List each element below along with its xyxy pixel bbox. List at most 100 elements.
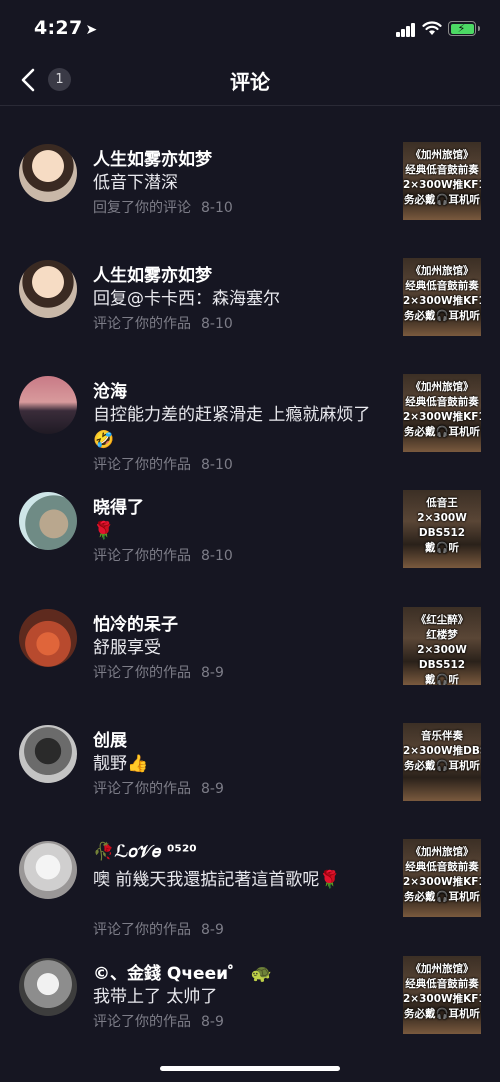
notification-item[interactable]: 沧海 自控能力差的赶紧滑走 上瘾就麻烦了🤣 评论了你的作品 8-10 《加州旅馆》 经典低… [0,339,500,473]
battery-icon: ⚡ [448,21,480,36]
thumbnail-caption-line: 戴🎧听 [424,674,460,685]
action-label: 评论了你的作品 [93,1014,191,1030]
comment-meta: 评论了你的作品 8-9 [93,1011,224,1031]
thumbnail-caption-line: 2×300W推KF1503 [403,179,481,191]
comment-date: 8-10 [201,200,233,216]
action-label: 评论了你的作品 [93,665,191,681]
comment-meta: 评论了你的作品 8-10 [93,313,233,333]
thumbnail-caption: 音乐伴奏 2×300W推DBS512 务必戴🎧耳机听 [403,729,481,774]
wifi-icon [422,21,442,35]
video-thumbnail[interactable]: 《加州旅馆》经典低音鼓前奏 2×300W推KF1503 务必戴🎧耳机听 [403,258,481,336]
video-thumbnail[interactable]: 《加州旅馆》经典低音鼓前奏 2×300W推KF1503 务必戴🎧耳机听 [403,374,481,452]
comment-text: 回复@卡卡西：森海塞尔 [93,289,280,309]
thumbnail-caption-line: 《加州旅馆》 [410,846,474,858]
page-title: 评论 [230,70,270,94]
cellular-signal-icon [396,22,416,37]
commenter-name[interactable]: 创展 [93,726,127,751]
thumbnail-caption-line: 务必戴🎧耳机听 [403,426,481,438]
comment-text: 噢 前幾天我還掂記著這首歌呢🌹 [93,870,341,890]
notification-item[interactable]: 人生如雾亦如梦低音下潜深回复了你的评论 8-10 《加州旅馆》 经典低音鼓前奏 2×30… [0,107,500,223]
video-thumbnail[interactable]: 《加州旅馆》经典低音鼓前奏 2×300W推KF1503 务必戴🎧耳机听 [403,839,481,917]
commenter-name[interactable]: 人生如雾亦如梦 [93,261,212,286]
video-thumbnail[interactable]: 音乐伴奏 2×300W推DBS512 务必戴🎧耳机听 [403,723,481,801]
video-thumbnail[interactable]: 低音王 2×300W DBS512 戴🎧听 [403,490,481,568]
status-time: 4:27 ➤ [34,17,98,39]
commenter-name[interactable]: ©、金錢 Qчееи゜ 🐢 [93,959,272,984]
thumbnail-caption-line: 务必戴🎧耳机听 [403,194,481,206]
thumbnail-caption-line: 经典低音鼓前奏 [405,978,479,990]
comment-meta: 评论了你的作品 8-9 [93,662,224,682]
notification-item[interactable]: ©、金錢 Qчееи゜ 🐢 我带上了 太帅了评论了你的作品 8-9 《加州旅馆》 经典低… [0,921,500,1037]
notification-item[interactable]: 怕冷的呆子舒服享受评论了你的作品 8-9 《红尘醉》红楼梦 2×300W DBS512 戴… [0,572,500,688]
thumbnail-caption-line: 经典低音鼓前奏 [405,396,479,408]
comment-date: 8-9 [201,781,224,797]
thumbnail-caption: 《加州旅馆》经典低音鼓前奏 2×300W推KF1503 务必戴🎧耳机听 [403,148,481,208]
status-bar: 4:27 ➤ ⚡ [0,0,500,56]
thumbnail-caption: 《加州旅馆》经典低音鼓前奏 2×300W推KF1503 务必戴🎧耳机听 [403,380,481,440]
commenter-name[interactable]: 🥀ℒ𝑜𝒱𝑒 ⁰⁵²⁰ [93,842,197,862]
thumbnail-caption-line: 2×300W [417,644,467,656]
action-label: 评论了你的作品 [93,781,191,797]
notification-item[interactable]: 晓得了 🌹 评论了你的作品 8-10 低音王 2×300W DBS512 戴🎧听 [0,455,500,571]
notification-item[interactable]: 人生如雾亦如梦回复@卡卡西：森海塞尔评论了你的作品 8-10 《加州旅馆》 经典低音鼓… [0,223,500,339]
thumbnail-caption-line: 务必戴🎧耳机听 [403,1008,481,1020]
thumbnail-caption-line: 2×300W推DBS512 [403,745,481,757]
notification-item[interactable]: 🥀ℒ𝑜𝒱𝑒 ⁰⁵²⁰ 噢 前幾天我還掂記著這首歌呢🌹 评论了你的作品 8-9 《加州旅… [0,804,500,938]
thumbnail-caption: 《加州旅馆》经典低音鼓前奏 2×300W推KF1503 务必戴🎧耳机听 [403,845,481,905]
avatar[interactable] [19,376,77,434]
comment-date: 8-10 [201,316,233,332]
avatar[interactable] [19,841,77,899]
thumbnail-caption-line: 2×300W [417,512,467,524]
comment-meta: 回复了你的评论 8-10 [93,197,233,217]
thumbnail-caption-line: 《红尘醉》 [415,614,469,626]
commenter-name[interactable]: 怕冷的呆子 [93,610,178,635]
video-thumbnail[interactable]: 《加州旅馆》经典低音鼓前奏 2×300W推KF1503 务必戴🎧耳机听 [403,956,481,1034]
nav-bar: 1 评论 [0,56,500,106]
avatar[interactable] [19,260,77,318]
home-indicator [160,1066,340,1071]
notification-item[interactable]: 创展靓野👍 评论了你的作品 8-9 音乐伴奏 2×300W推DBS512 务必戴🎧耳机听 [0,688,500,804]
thumbnail-caption-line: DBS512 [418,527,466,539]
thumbnail-caption: 《加州旅馆》经典低音鼓前奏 2×300W推KF1503 务必戴🎧耳机听 [403,264,481,324]
comment-text: 低音下潜深 [93,173,178,193]
action-label: 评论了你的作品 [93,316,191,332]
commenter-name[interactable]: 沧海 [93,377,127,402]
action-label: 评论了你的作品 [93,548,191,564]
thumbnail-caption-line: 戴🎧听 [424,542,460,554]
thumbnail-caption: 《红尘醉》红楼梦 2×300W DBS512 戴🎧听 [403,613,481,685]
thumbnail-caption-line: 红楼梦 [426,629,458,641]
thumbnail-caption-line: 2×300W推KF1503 [403,411,481,423]
comment-meta: 评论了你的作品 8-9 [93,778,224,798]
thumbnail-caption-line: 低音王 [426,497,458,509]
thumbnail-caption-line: 经典低音鼓前奏 [405,280,479,292]
video-thumbnail[interactable]: 《加州旅馆》经典低音鼓前奏 2×300W推KF1503 务必戴🎧耳机听 [403,142,481,220]
thumbnail-caption: 《加州旅馆》经典低音鼓前奏 2×300W推KF1503 务必戴🎧耳机听 [403,962,481,1022]
thumbnail-caption-line: 《加州旅馆》 [410,149,474,161]
commenter-name[interactable]: 晓得了 [93,493,144,518]
thumbnail-caption-line: 2×300W推KF1503 [403,876,481,888]
avatar[interactable] [19,144,77,202]
comment-date: 8-9 [201,665,224,681]
comment-text: 🌹 [93,521,115,541]
thumbnail-caption-line: 《加州旅馆》 [410,265,474,277]
comment-text: 舒服享受 [93,638,161,658]
thumbnail-caption-line: 务必戴🎧耳机听 [403,760,481,772]
comment-text: 自控能力差的赶紧滑走 上瘾就麻烦了🤣 [93,405,371,450]
comment-text: 我带上了 太帅了 [93,987,218,1007]
comment-date: 8-9 [201,1014,224,1030]
thumbnail-caption-line: 务必戴🎧耳机听 [403,891,481,903]
thumbnail-caption: 低音王 2×300W DBS512 戴🎧听 [403,496,481,556]
comment-text: 靓野👍 [93,754,149,774]
thumbnail-caption-line: 经典低音鼓前奏 [405,861,479,873]
thumbnail-caption-line: 2×300W推KF1503 [403,295,481,307]
avatar[interactable] [19,609,77,667]
commenter-name[interactable]: 人生如雾亦如梦 [93,145,212,170]
video-thumbnail[interactable]: 《红尘醉》红楼梦 2×300W DBS512 戴🎧听 [403,607,481,685]
avatar[interactable] [19,958,77,1016]
thumbnail-caption-line: 音乐伴奏 [421,730,463,742]
avatar[interactable] [19,725,77,783]
thumbnail-caption-line: 经典低音鼓前奏 [405,164,479,176]
comment-date: 8-10 [201,548,233,564]
avatar[interactable] [19,492,77,550]
thumbnail-caption-line: DBS512 [418,659,466,671]
